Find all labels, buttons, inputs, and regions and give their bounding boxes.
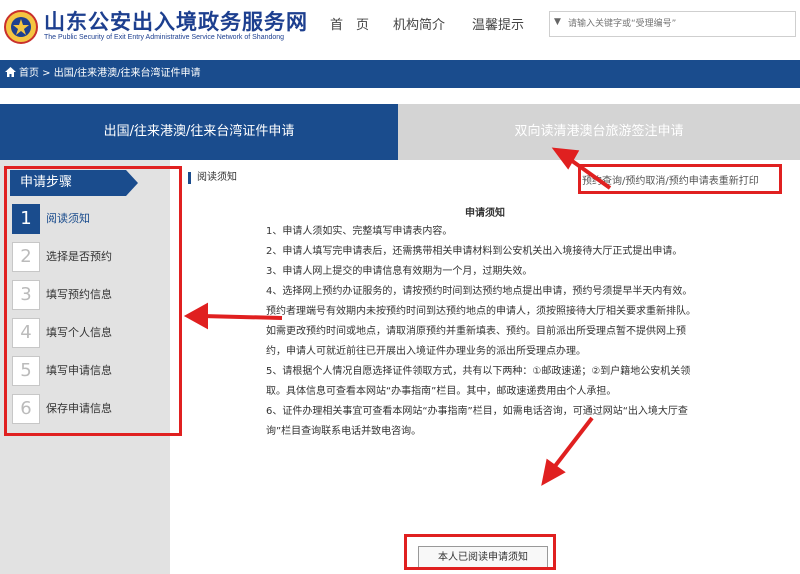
- home-icon[interactable]: [5, 67, 16, 77]
- step-label: 填写申请信息: [46, 364, 112, 377]
- step-number: 6: [12, 394, 40, 424]
- chevron-down-icon[interactable]: ▼: [554, 17, 561, 27]
- tab-passport-application[interactable]: 出国/往来港澳/往来台湾证件申请: [0, 104, 398, 160]
- nav-home[interactable]: 首 页: [330, 14, 369, 33]
- nav-tips[interactable]: 温馨提示: [472, 14, 524, 33]
- breadcrumb: 首页 > 出国/往来港澳/往来台湾证件申请: [0, 60, 800, 88]
- notice-title: 申请须知: [465, 208, 505, 219]
- step-label: 填写预约信息: [46, 288, 112, 301]
- rule-item: 2、申请人填写完申请表后，还需携带相关申请材料到公安机关出入境接待大厅正式提出申…: [266, 246, 683, 257]
- search-input[interactable]: [568, 15, 790, 33]
- step-number: 5: [12, 356, 40, 386]
- step-choose-reservation[interactable]: 2 选择是否预约: [10, 242, 170, 272]
- notice-panel: 阅读须知 预约查询/预约取消/预约申请表重新打印 申请须知 1、申请人须如实、完…: [170, 160, 800, 574]
- reservation-query-link[interactable]: 预约查询/预约取消/预约申请表重新打印: [582, 172, 759, 187]
- site-header: 山东公安出入境政务服务网 The Public Security of Exit…: [0, 0, 800, 60]
- step-number: 2: [12, 242, 40, 272]
- nav-about[interactable]: 机构简介: [393, 14, 445, 33]
- step-label: 保存申请信息: [46, 402, 112, 415]
- breadcrumb-text[interactable]: 首页 > 出国/往来港澳/往来台湾证件申请: [19, 68, 200, 79]
- section-title: 阅读须知: [188, 172, 237, 184]
- step-number: 3: [12, 280, 40, 310]
- search-box: ▼: [549, 11, 796, 37]
- rule-item: 6、证件办理相关事宜可查看本网站“办事指南”栏目，如需电话咨询，可通过网站“出入…: [266, 406, 688, 437]
- site-subtitle: The Public Security of Exit Entry Admini…: [44, 34, 285, 41]
- step-number: 1: [12, 204, 40, 234]
- step-application-info[interactable]: 5 填写申请信息: [10, 356, 170, 386]
- police-emblem-icon: [4, 10, 38, 44]
- step-personal-info[interactable]: 4 填写个人信息: [10, 318, 170, 348]
- step-read-notice[interactable]: 1 阅读须知: [10, 204, 170, 234]
- step-save-application[interactable]: 6 保存申请信息: [10, 394, 170, 424]
- step-label: 阅读须知: [46, 212, 90, 225]
- rule-item: 1、申请人须如实、完整填写申请表内容。: [266, 226, 453, 237]
- notice-rules: 1、申请人须如实、完整填写申请表内容。 2、申请人填写完申请表后，还需携带相关申…: [266, 222, 696, 442]
- steps-sidebar: 申请步骤 1 阅读须知 2 选择是否预约 3 填写预约信息 4 填写个人信息 5…: [0, 160, 170, 574]
- step-label: 选择是否预约: [46, 250, 112, 263]
- step-reservation-info[interactable]: 3 填写预约信息: [10, 280, 170, 310]
- rule-item: 5、请根据个人情况自愿选择证件领取方式，共有以下两种：①邮政速递；②到户籍地公安…: [266, 366, 691, 397]
- site-title: 山东公安出入境政务服务网: [44, 9, 308, 34]
- rule-item: 3、申请人网上提交的申请信息有效期为一个月，过期失效。: [266, 266, 533, 277]
- rule-item: 4、选择网上预约办证服务的，请按预约时间到达预约地点提出申请，预约号须提早半天内…: [266, 286, 696, 357]
- agree-button[interactable]: 本人已阅读申请须知: [418, 546, 548, 570]
- step-label: 填写个人信息: [46, 326, 112, 339]
- tab-travel-endorsement[interactable]: 双向读清港澳台旅游签注申请: [398, 104, 800, 160]
- step-number: 4: [12, 318, 40, 348]
- steps-header: 申请步骤: [10, 170, 138, 196]
